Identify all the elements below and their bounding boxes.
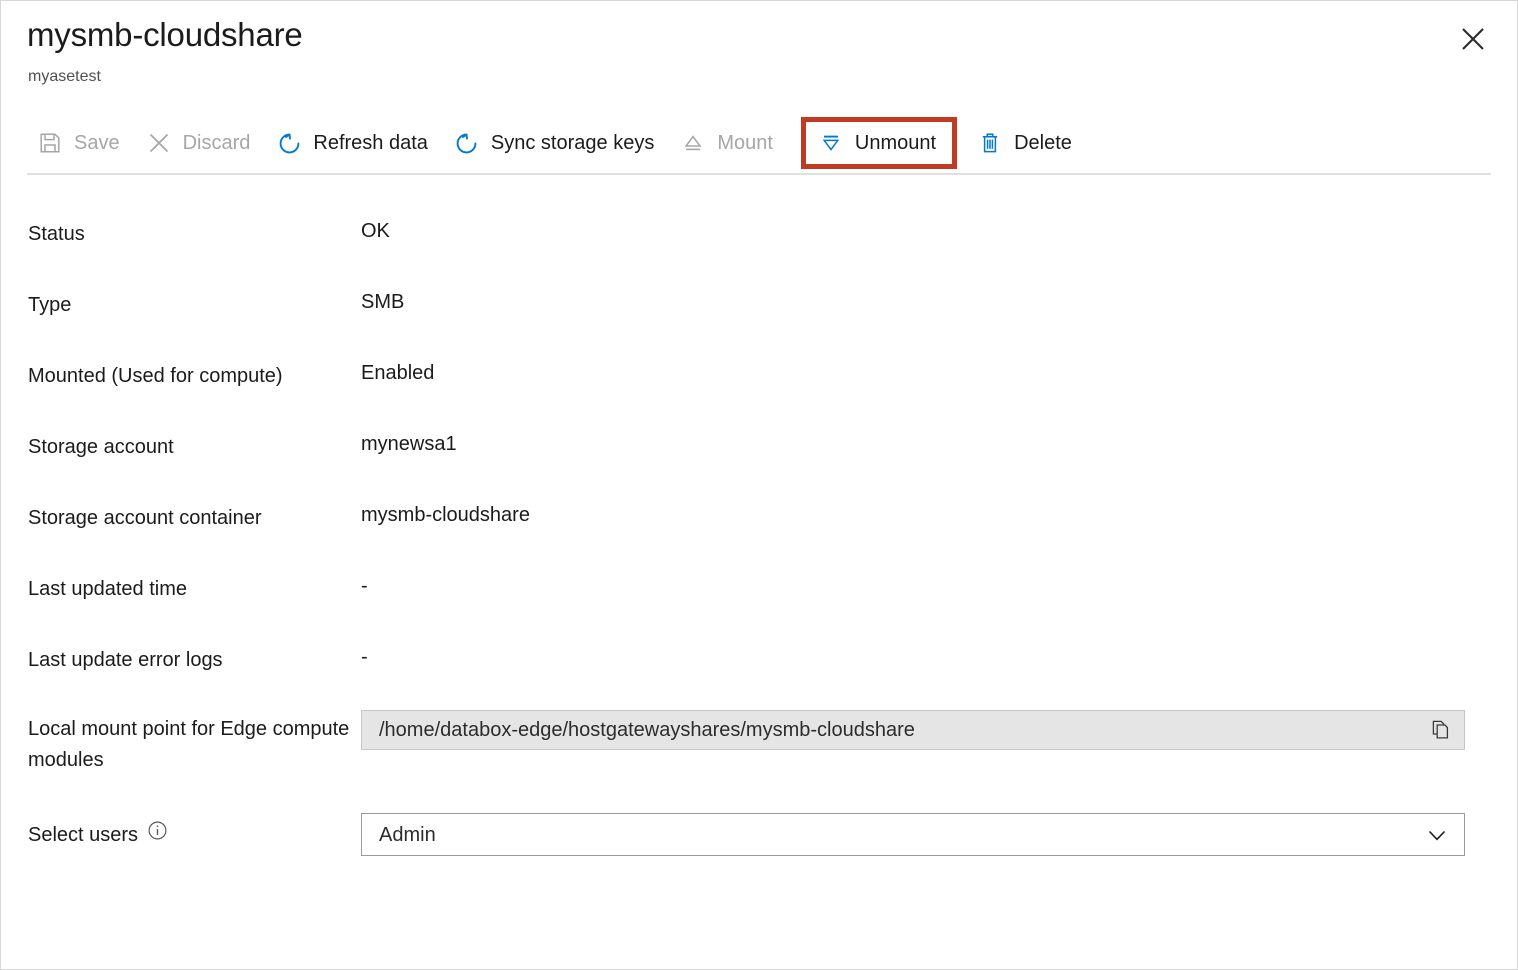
save-button[interactable]: Save <box>27 121 132 165</box>
property-row-mount-point: Local mount point for Edge compute modul… <box>1 710 1517 776</box>
close-icon <box>1462 28 1484 50</box>
mount-point-label: Local mount point for Edge compute modul… <box>28 718 350 771</box>
type-value: SMB <box>361 291 405 313</box>
mounted-value: Enabled <box>361 362 435 384</box>
mount-point-field[interactable]: /home/databox-edge/hostgatewayshares/mys… <box>361 710 1465 750</box>
properties-list: Status OK Type SMB Mounted (Used for com… <box>1 197 1517 856</box>
copy-icon <box>1432 720 1449 739</box>
toolbar-divider <box>27 173 1491 175</box>
delete-button[interactable]: Delete <box>967 121 1084 165</box>
mounted-label: Mounted (Used for compute) <box>28 365 283 387</box>
chevron-down-icon[interactable] <box>1424 822 1450 848</box>
unmount-button[interactable]: Unmount <box>800 117 958 169</box>
property-row-mounted: Mounted (Used for compute) Enabled <box>1 361 1517 392</box>
status-value: OK <box>361 220 390 242</box>
property-row-select-users: Select users Admin <box>1 813 1517 856</box>
page-subtitle: myasetest <box>28 68 101 85</box>
property-row-status: Status OK <box>1 219 1517 250</box>
mount-point-value: /home/databox-edge/hostgatewayshares/mys… <box>379 719 915 741</box>
copy-button[interactable] <box>1428 717 1454 743</box>
storage-container-value: mysmb-cloudshare <box>361 504 530 526</box>
refresh-icon <box>454 130 480 156</box>
close-icon <box>146 130 172 156</box>
last-update-error-logs-label: Last update error logs <box>28 649 223 671</box>
discard-button[interactable]: Discard <box>136 121 263 165</box>
save-label: Save <box>74 132 120 154</box>
close-button[interactable] <box>1455 21 1491 57</box>
sync-storage-keys-button[interactable]: Sync storage keys <box>444 121 666 165</box>
type-label: Type <box>28 294 72 316</box>
property-row-type: Type SMB <box>1 290 1517 321</box>
command-toolbar: Save Discard Refresh data Sync storage k… <box>27 117 1088 169</box>
share-details-blade: mysmb-cloudshare myasetest Save Discard … <box>0 0 1518 970</box>
eject-up-icon <box>680 130 706 156</box>
status-label: Status <box>28 223 85 245</box>
select-users-label: Select users <box>28 824 139 846</box>
property-row-last-updated-time: Last updated time - <box>1 574 1517 605</box>
eject-down-icon <box>818 130 844 156</box>
storage-container-label: Storage account container <box>28 507 262 529</box>
save-icon <box>37 130 63 156</box>
mount-button[interactable]: Mount <box>670 121 785 165</box>
property-row-storage-account: Storage account mynewsa1 <box>1 432 1517 463</box>
discard-label: Discard <box>182 132 251 154</box>
delete-label: Delete <box>1014 132 1072 154</box>
last-updated-time-value: - <box>361 575 368 597</box>
last-updated-time-label: Last updated time <box>28 578 187 600</box>
last-update-error-logs-value: - <box>361 646 368 668</box>
refresh-icon <box>276 130 302 156</box>
info-icon[interactable] <box>147 820 168 851</box>
trash-icon <box>977 130 1003 156</box>
property-row-storage-container: Storage account container mysmb-cloudsha… <box>1 503 1517 534</box>
refresh-data-button[interactable]: Refresh data <box>266 121 440 165</box>
property-row-last-update-error-logs: Last update error logs - <box>1 645 1517 676</box>
storage-account-value: mynewsa1 <box>361 433 457 455</box>
sync-storage-keys-label: Sync storage keys <box>490 132 655 154</box>
storage-account-label: Storage account <box>28 436 174 458</box>
select-users-dropdown[interactable]: Admin <box>361 813 1465 856</box>
page-title: mysmb-cloudshare <box>27 16 303 53</box>
unmount-label: Unmount <box>854 132 937 154</box>
select-users-value: Admin <box>379 823 436 846</box>
refresh-data-label: Refresh data <box>313 132 428 154</box>
mount-label: Mount <box>717 132 773 154</box>
